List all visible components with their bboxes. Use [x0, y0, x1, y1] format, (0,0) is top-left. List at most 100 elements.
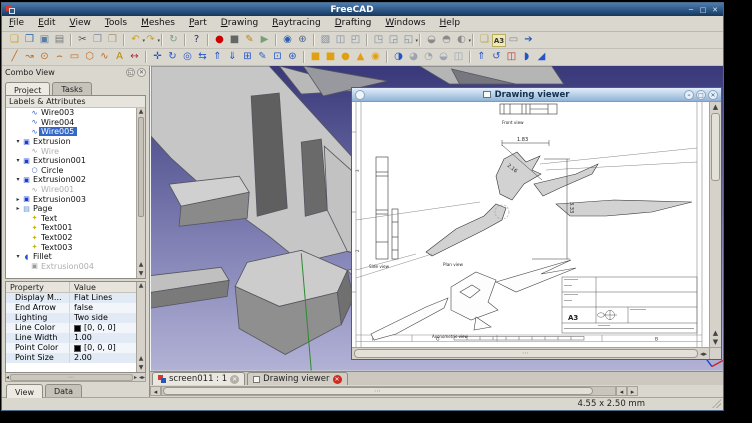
mdi-tab-drawing-viewer[interactable]: Drawing viewer✕	[247, 372, 347, 385]
tree-item-circle[interactable]: ○Circle	[6, 166, 136, 176]
menu-view[interactable]: View	[63, 16, 98, 31]
draft-arc-icon[interactable]: ⌢	[52, 50, 67, 65]
title-bar[interactable]: FreeCAD ─ □ ✕	[2, 3, 723, 16]
maximize-icon[interactable]: □	[696, 90, 706, 100]
property-value[interactable]: [0, 0, 0]	[70, 343, 136, 353]
axonometric-view-icon[interactable]: ▧	[318, 33, 333, 48]
draft-snap-icon[interactable]: ⊛	[285, 50, 300, 65]
tab-project[interactable]: Project	[5, 82, 50, 96]
draft-upgrade-icon[interactable]: ⇑	[210, 50, 225, 65]
close-icon[interactable]: ✕	[708, 90, 718, 100]
export-drawing-icon[interactable]: ➔	[521, 33, 536, 48]
rear-view-icon[interactable]: ◳	[371, 33, 386, 48]
draft-line-icon[interactable]: ╱	[7, 50, 22, 65]
tree-item-fillet[interactable]: ▾◖Fillet	[6, 252, 136, 262]
macro-record-icon[interactable]: ●	[212, 33, 227, 48]
left-view-icon[interactable]: ◲	[386, 33, 401, 48]
tree-item-wire001[interactable]: ∿Wire001	[6, 185, 136, 195]
part-cut-icon[interactable]: ◒	[436, 50, 451, 65]
tree-item-extrusion002[interactable]: ▾▣Extrusion002	[6, 175, 136, 185]
menu-part[interactable]: Part	[182, 16, 214, 31]
draft-view-icon[interactable]: ▭	[506, 33, 521, 48]
print-icon[interactable]: ▤	[52, 33, 67, 48]
dropdown-arrow-icon[interactable]: ▾	[157, 34, 160, 48]
scroll-left-icon[interactable]: ◂	[6, 374, 9, 381]
properties-hscrollbar[interactable]: ◂ ⋯ ▸ ◂ ▸	[5, 373, 146, 382]
tree-item-page[interactable]: ▸▤Page	[6, 204, 136, 214]
draft-bspline-icon[interactable]: ∿	[97, 50, 112, 65]
refresh-icon[interactable]: ↻	[166, 33, 181, 48]
property-row-line-width[interactable]: Line Width1.00	[6, 333, 136, 343]
draft-polygon-icon[interactable]: ⬡	[82, 50, 97, 65]
window-menu-icon[interactable]	[355, 90, 365, 100]
part-mirror-icon[interactable]: ◫	[504, 50, 519, 65]
tree-item-extrusion[interactable]: ▾▣Extrusion	[6, 137, 136, 147]
macro-edit-icon[interactable]: ✎	[242, 33, 257, 48]
menu-meshes[interactable]: Meshes	[134, 16, 182, 31]
expander-icon[interactable]: ▾	[14, 176, 22, 183]
front-view-icon[interactable]: ◫	[333, 33, 348, 48]
draft-rectangle-icon[interactable]: ▭	[67, 50, 82, 65]
mdi-tab-screen011-1[interactable]: screen011 : 1✕	[152, 372, 245, 385]
drawing-vscrollbar[interactable]: ▲ ▲ ▼	[709, 102, 721, 347]
minimize-icon[interactable]: ─	[686, 5, 696, 15]
close-icon[interactable]: ✕	[710, 5, 720, 15]
a3-landscape-icon[interactable]: A3	[492, 34, 506, 47]
scroll-right2-icon[interactable]: ▸	[142, 374, 145, 381]
part-cube-icon[interactable]: ■	[323, 50, 338, 65]
property-value[interactable]: 2.00	[70, 353, 136, 363]
property-value[interactable]: Two side	[70, 313, 136, 323]
tree-item-extrusion003[interactable]: ▸▣Extrusion003	[6, 194, 136, 204]
property-row-end-arrow[interactable]: End Arrowfalse	[6, 303, 136, 313]
scroll-right-icon[interactable]: ▸	[627, 386, 638, 396]
draft-trimex-icon[interactable]: ⇆	[195, 50, 210, 65]
tree-item-text002[interactable]: ✦Text002	[6, 233, 136, 243]
menu-help[interactable]: Help	[433, 16, 468, 31]
draft-circle-icon[interactable]: ⊙	[37, 50, 52, 65]
scroll-down-icon[interactable]: ▼	[710, 338, 721, 346]
part-revolve-icon[interactable]: ↺	[489, 50, 504, 65]
menu-drawing[interactable]: Drawing	[214, 16, 265, 31]
maximize-icon[interactable]: □	[698, 5, 708, 15]
property-row-line-color[interactable]: Line Color[0, 0, 0]	[6, 323, 136, 333]
part-chamfer-icon[interactable]: ◢	[534, 50, 549, 65]
top-view-icon[interactable]: ◰	[348, 33, 363, 48]
part-boolean-icon[interactable]: ◑	[391, 50, 406, 65]
mesh-difference-icon[interactable]: ◐▾	[454, 33, 469, 48]
tree-item-text001[interactable]: ✦Text001	[6, 223, 136, 233]
preview-icon[interactable]: ◉	[280, 33, 295, 48]
whats-this-icon[interactable]: ?	[189, 33, 204, 48]
expander-icon[interactable]: ▾	[14, 253, 22, 260]
property-value[interactable]: [0, 0, 0]	[70, 323, 136, 333]
macro-play-icon[interactable]: ▶	[257, 33, 272, 48]
dropdown-arrow-icon[interactable]: ▾	[468, 34, 471, 48]
draft-wire-icon[interactable]: ↝	[22, 50, 37, 65]
property-value[interactable]: 1.00	[70, 333, 136, 343]
open-document-icon[interactable]: ❐	[22, 33, 37, 48]
scroll-right-icon[interactable]: ▸	[134, 374, 137, 381]
part-cone-icon[interactable]: ▲	[353, 50, 368, 65]
mesh-union-icon[interactable]: ◒	[424, 33, 439, 48]
tree-item-text[interactable]: ✦Text	[6, 214, 136, 224]
draft-offset-icon[interactable]: ◎	[180, 50, 195, 65]
redo-icon[interactable]: ↷▾	[143, 33, 158, 48]
menu-raytracing[interactable]: Raytracing	[265, 16, 328, 31]
expander-icon[interactable]: ▾	[14, 138, 22, 145]
save-document-icon[interactable]: ▣	[37, 33, 52, 48]
menu-tools[interactable]: Tools	[98, 16, 134, 31]
float-panel-icon[interactable]: ◱	[126, 68, 135, 77]
cut-icon[interactable]: ✂	[75, 33, 90, 48]
close-tab-icon[interactable]: ✕	[333, 375, 342, 384]
drawing-hscrollbar[interactable]: ⋯ ◂ ▸	[352, 347, 709, 359]
property-value[interactable]: Flat Lines	[70, 293, 136, 303]
property-row-point-size[interactable]: Point Size2.00	[6, 353, 136, 363]
tree-item-extrusion001[interactable]: ▾▣Extrusion001	[6, 156, 136, 166]
copy-icon[interactable]: ❐	[90, 33, 105, 48]
minimize-icon[interactable]: –	[684, 90, 694, 100]
scroll-left-icon[interactable]: ◂	[150, 386, 161, 396]
menu-edit[interactable]: Edit	[31, 16, 62, 31]
draft-text-icon[interactable]: A	[112, 50, 127, 65]
drawing-viewer-window[interactable]: Drawing viewer – □ ✕	[351, 87, 722, 360]
tab-data[interactable]: Data	[45, 384, 82, 397]
undo-icon[interactable]: ↶▾	[128, 33, 143, 48]
